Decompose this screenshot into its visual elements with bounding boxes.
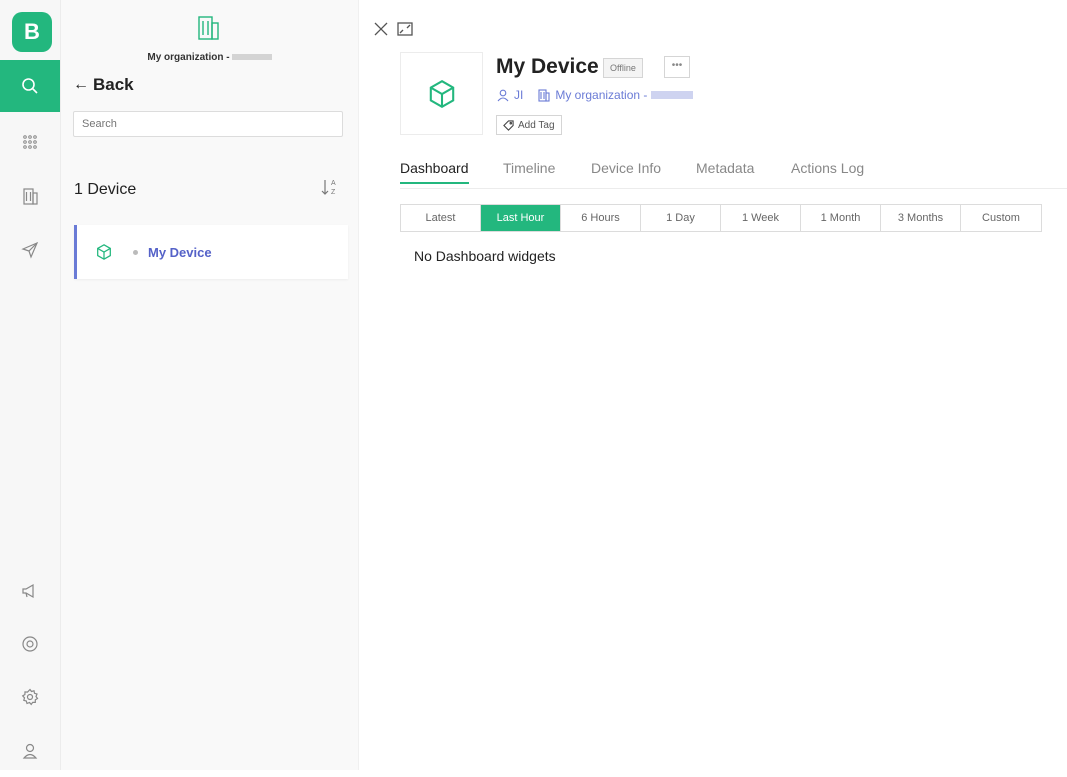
back-label: Back [93,75,134,94]
building-icon [198,16,219,40]
tab-metadata[interactable]: Metadata [696,160,754,176]
redacted-text [231,54,272,61]
range-1-week[interactable]: 1 Week [721,205,801,231]
organization-name: My organization - [61,52,358,63]
send-icon [21,241,39,259]
back-button[interactable]: ← Back [73,75,134,95]
device-count: 1 Device [74,181,137,198]
search-nav-button[interactable] [0,60,60,112]
devices-nav-button[interactable] [0,116,60,168]
help-icon [22,636,38,652]
tab-dashboard[interactable]: Dashboard [400,160,469,184]
device-image [400,52,483,135]
announcements-nav-button[interactable] [0,565,60,617]
svg-text:Z: Z [331,189,336,196]
panel-controls [372,20,414,38]
search-input[interactable] [73,111,343,137]
building-icon [23,188,38,205]
empty-dashboard-message: No Dashboard widgets [414,248,556,264]
tag-icon [503,119,514,131]
range-last-hour[interactable]: Last Hour [481,205,561,231]
svg-text:A: A [331,180,336,187]
tab-timeline[interactable]: Timeline [503,160,555,176]
more-options-button[interactable]: ••• [664,56,690,78]
add-tag-label: Add Tag [518,119,555,131]
search-icon [22,78,38,94]
send-nav-button[interactable] [0,224,60,276]
organization-name-text: My organization - [147,52,230,63]
time-range-selector: Latest Last Hour 6 Hours 1 Day 1 Week 1 … [400,204,1042,232]
organizations-nav-button[interactable] [0,170,60,222]
device-tabs: Dashboard Timeline Device Info Metadata … [400,158,1067,189]
tab-device-info[interactable]: Device Info [591,160,661,176]
close-icon[interactable] [372,20,390,38]
grid-icon [23,135,37,149]
tab-actions-log[interactable]: Actions Log [791,160,864,176]
user-icon [22,743,38,759]
settings-nav-button[interactable] [0,671,60,723]
range-1-day[interactable]: 1 Day [641,205,721,231]
user-icon [497,89,509,102]
profile-nav-button[interactable] [0,725,60,777]
range-latest[interactable]: Latest [401,205,481,231]
range-custom[interactable]: Custom [961,205,1041,231]
sort-az-icon[interactable]: A Z [319,176,341,198]
help-nav-button[interactable] [0,618,60,670]
redacted-text [651,91,694,99]
owner-name[interactable]: JI [514,88,523,102]
device-name: My Device [148,244,212,260]
megaphone-icon [22,583,34,599]
cube-icon [97,244,111,260]
range-3-months[interactable]: 3 Months [881,205,961,231]
expand-icon[interactable] [396,20,414,38]
blynk-logo[interactable]: B [12,12,52,52]
organization-link[interactable]: My organization - [555,88,647,102]
device-meta: JI My organization - [496,88,694,102]
add-tag-button[interactable]: Add Tag [496,115,562,135]
device-list-item[interactable]: My Device [74,225,348,279]
status-badge: Offline [603,58,643,78]
cube-icon [429,79,454,108]
gear-icon [21,688,39,706]
device-title: My Device [496,55,599,78]
status-dot [133,249,138,255]
arrow-left-icon: ← [73,76,89,93]
nav-rail: B [0,0,61,770]
building-icon [538,89,550,102]
devices-sidebar: My organization - ← Back 1 Device A Z My… [61,0,359,770]
range-1-month[interactable]: 1 Month [801,205,881,231]
range-6-hours[interactable]: 6 Hours [561,205,641,231]
